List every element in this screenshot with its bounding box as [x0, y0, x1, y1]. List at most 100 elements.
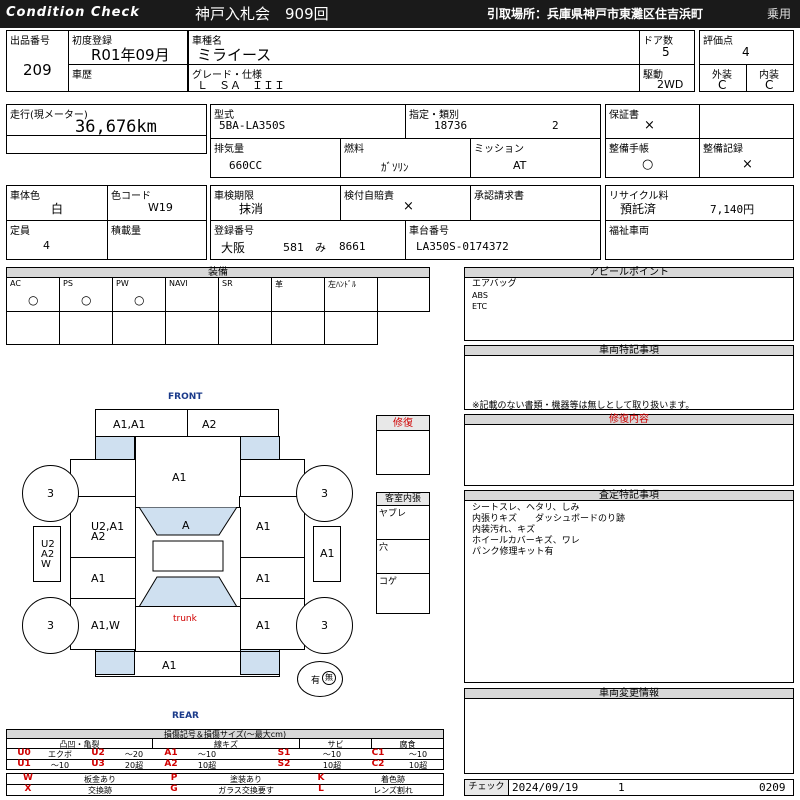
- score-value: 4: [742, 45, 750, 59]
- appeal-body: エアバッグ ABS ETC: [464, 277, 794, 341]
- equipment-blank-7: [271, 311, 325, 345]
- legend-code: C2: [371, 759, 385, 769]
- left-side-damage-3: W: [41, 559, 51, 570]
- legend-code: U2: [91, 748, 105, 758]
- maintenance-record-label: 整備記録: [703, 144, 743, 155]
- score-cell: 評価点 4: [699, 30, 794, 65]
- maintenance-record-cell: 整備記録 ×: [699, 138, 794, 178]
- exterior-value: C: [718, 78, 727, 92]
- legend-desc: 塗装あり: [230, 775, 262, 784]
- class-value: 2: [552, 119, 559, 132]
- interior-cell: 内装 C: [746, 64, 794, 92]
- equipment-blank-4: [112, 311, 166, 345]
- right-side-skirt: A1: [313, 526, 341, 582]
- warranty-label: 保証書: [609, 110, 639, 121]
- front-right-headlamp: [240, 436, 280, 460]
- capacity-cell: 定員 4: [6, 220, 108, 260]
- left-side-skirt: U2 A2 W: [33, 526, 61, 582]
- body-color-label: 車体色: [10, 191, 40, 202]
- legend-code: K: [317, 773, 325, 783]
- left-front-door: U2,A1 A2: [70, 496, 136, 558]
- front-bumper-right: A2: [187, 409, 279, 437]
- legend-code: X: [24, 784, 32, 794]
- front-left-fender: [70, 459, 136, 497]
- score-label: 評価点: [703, 36, 733, 47]
- displacement-value: 660CC: [229, 159, 263, 172]
- insurance-label: 検付自賠責: [344, 191, 394, 202]
- lot-number-cell: 出品番号 209: [6, 30, 69, 92]
- recycle-value: 7,140円: [710, 203, 755, 216]
- repair-content-body: [464, 424, 794, 486]
- history-label: 車歴: [72, 70, 92, 81]
- assessment-note: パンク修理キット有: [472, 547, 554, 557]
- equipment-leather-label: 革: [275, 280, 283, 289]
- left-side-damage-2: A2: [41, 549, 55, 560]
- front-left-tire: 3: [22, 465, 79, 522]
- spare-tire-indicator: 有 無: [297, 661, 343, 697]
- model-name-value: ミライース: [197, 46, 272, 64]
- equipment-blank-2: [6, 311, 60, 345]
- legend-desc: ～20: [124, 750, 144, 759]
- check-label: チェック: [465, 780, 509, 795]
- equipment-blank-5: [165, 311, 219, 345]
- displacement-cell: 排気量 660CC: [210, 138, 341, 178]
- pickup-location: 引取場所：兵庫県神戸市東灘区住吉浜町: [487, 7, 704, 21]
- left-rear-door: A1: [70, 557, 136, 599]
- maintenance-record-value: ×: [742, 157, 753, 172]
- check-code: 0209: [759, 781, 786, 794]
- body-color-cell: 車体色 白: [6, 185, 108, 221]
- mileage-cell: 走行(現メーター) 36,676km: [6, 104, 207, 154]
- cabin-hole: 穴: [377, 540, 429, 574]
- drive-value: 2WD: [657, 78, 684, 91]
- legend-desc: ガラス交換要す: [218, 786, 274, 795]
- insurance-value: ×: [403, 199, 414, 214]
- special-notes-disclaimer: ※記載のない書類・機器等は無しとして取り扱います。: [472, 401, 695, 411]
- legend-desc: ～10: [197, 750, 217, 759]
- fuel-value: ｶﾞｿﾘﾝ: [381, 161, 409, 174]
- appeal-line: ETC: [472, 302, 488, 311]
- equipment-blank-8: [324, 311, 378, 345]
- front-left-headlamp: [95, 436, 135, 460]
- warranty-value: ×: [644, 118, 655, 133]
- assessment-notes-list: シートスレ、ヘタリ、しみ 内張りキズ ダッシュボードのり跡 内装汚れ、キズ ホイ…: [472, 503, 625, 558]
- rear-bumper: A1: [95, 651, 280, 677]
- equipment-ps-value: ○: [81, 293, 92, 307]
- windshield-damage: A: [182, 519, 190, 532]
- trunk-area: trunk: [135, 606, 241, 652]
- front-label: FRONT: [168, 392, 203, 402]
- equipment-lhd: 左ﾊﾝﾄﾞﾙ: [324, 277, 378, 312]
- recycle-status: 預託済: [620, 202, 657, 216]
- maintenance-book-label: 整備手帳: [609, 144, 649, 155]
- registration-number: 8661: [339, 240, 366, 253]
- designation-value: 18736: [434, 119, 468, 132]
- load-capacity-label: 積載量: [111, 226, 141, 237]
- legend-code: A1: [164, 748, 178, 758]
- car-diagram: FRONT REAR A1,A1 A2 A1 U2,A1 A2 A1 A1,W …: [0, 385, 372, 725]
- right-front-door-damage: A1: [256, 520, 271, 533]
- assessment-note: 内張りキズ ダッシュボードのり跡: [472, 514, 626, 524]
- equipment-pw-value: ○: [134, 293, 145, 307]
- legend-code: W: [23, 773, 33, 783]
- rear-left-tire: 3: [22, 597, 79, 654]
- legend-code: S2: [277, 759, 291, 769]
- right-rear-door-damage: A1: [256, 572, 271, 585]
- welfare-vehicle-label: 福祉車両: [609, 226, 649, 237]
- equipment-pw-label: PW: [116, 279, 129, 288]
- legend-desc: 20超: [124, 761, 144, 770]
- legend-desc: ～10: [50, 761, 70, 770]
- maintenance-book-value: ○: [642, 157, 654, 172]
- cabin-tear: ヤブレ: [377, 506, 429, 540]
- registration-prefecture: 大阪: [221, 241, 246, 255]
- equipment-blank-3: [59, 311, 113, 345]
- equipment-blank-1: [377, 277, 430, 312]
- body-color-value: 白: [51, 202, 64, 216]
- equipment-leather: 革: [271, 277, 325, 312]
- auction-name: 神戸入札会 909回: [195, 5, 329, 23]
- color-code-value: W19: [148, 201, 173, 214]
- chassis-number-cell: 車台番号 LA350S-0174372: [405, 220, 601, 260]
- registration-class: 581 み: [283, 241, 326, 254]
- legend-code: G: [170, 784, 178, 794]
- front-bumper-left-damage: A1,A1: [113, 418, 146, 431]
- mileage-divider: [7, 135, 206, 136]
- capacity-label: 定員: [10, 226, 30, 237]
